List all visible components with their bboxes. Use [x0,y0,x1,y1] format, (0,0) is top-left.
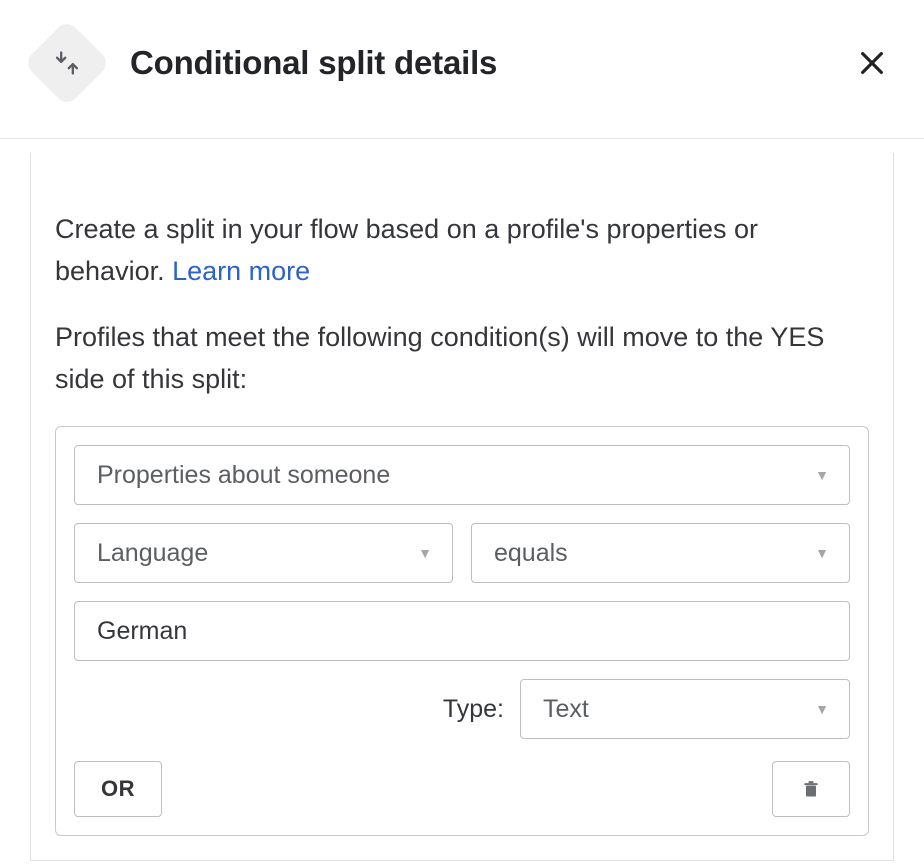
property-operator-row: Language ▼ equals ▼ [74,523,850,583]
or-button[interactable]: OR [74,761,162,817]
delete-condition-button[interactable] [772,761,850,817]
close-button[interactable] [848,39,896,87]
condition-card: Properties about someone ▼ Language ▼ eq… [55,426,869,836]
split-icon-container [28,24,106,102]
type-label: Type: [443,695,504,724]
intro-text-content: Create a split in your flow based on a p… [55,214,758,286]
condition-value-input[interactable] [74,601,850,661]
learn-more-link[interactable]: Learn more [172,256,310,286]
condition-category-value: Properties about someone [97,461,390,490]
type-select[interactable]: Text ▼ [520,679,850,739]
property-value: Language [97,539,208,568]
chevron-down-icon: ▼ [815,545,829,561]
close-icon [856,47,888,79]
type-value: Text [543,695,589,724]
operator-value: equals [494,539,568,568]
type-row: Type: Text ▼ [74,679,850,739]
panel-title: Conditional split details [130,44,848,82]
inner-panel: Create a split in your flow based on a p… [30,153,894,861]
condition-actions-row: OR [74,761,850,817]
condition-category-select[interactable]: Properties about someone ▼ [74,445,850,505]
condition-description: Profiles that meet the following conditi… [55,317,869,401]
chevron-down-icon: ▼ [815,701,829,717]
split-arrows-icon [53,49,81,77]
chevron-down-icon: ▼ [418,545,432,561]
intro-text: Create a split in your flow based on a p… [55,209,869,293]
property-select[interactable]: Language ▼ [74,523,453,583]
chevron-down-icon: ▼ [815,467,829,483]
panel-body: Create a split in your flow based on a p… [0,139,924,861]
panel-header: Conditional split details [0,0,924,139]
trash-icon [801,778,821,800]
operator-select[interactable]: equals ▼ [471,523,850,583]
